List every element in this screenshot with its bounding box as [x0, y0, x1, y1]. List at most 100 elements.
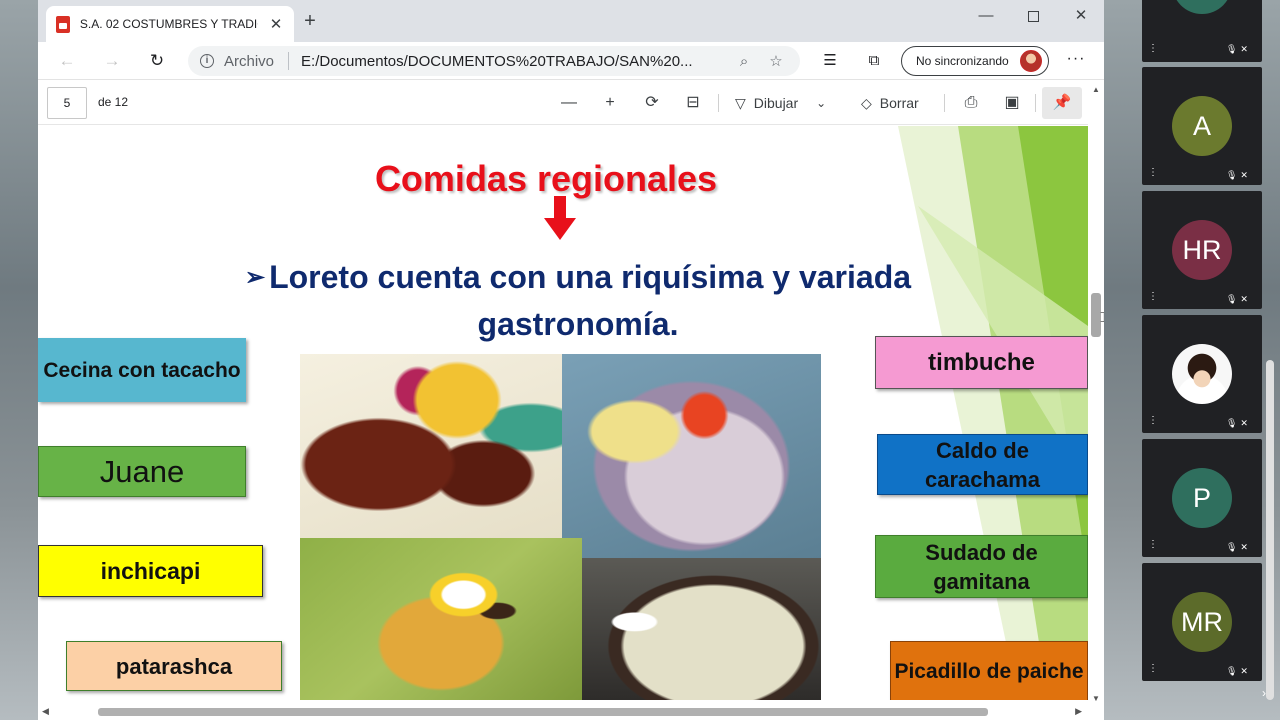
page-number-input[interactable]: 5 — [47, 87, 87, 119]
pdf-page-slide: Comidas regionales ➢ Loreto cuenta con un… — [38, 126, 1088, 700]
favorites-icon[interactable]: ☰ — [819, 50, 841, 72]
title-bar: S.A. 02 COSTUMBRES Y TRADICI ✕ + — ✕ — [38, 0, 1104, 42]
scroll-down-icon[interactable]: ▼ — [1092, 694, 1100, 703]
more-vert-icon[interactable]: ⋮ — [1148, 292, 1158, 302]
collections-icon[interactable]: ⧉ — [863, 50, 885, 72]
more-vert-icon[interactable]: ⋮ — [1148, 664, 1158, 674]
maximize-button[interactable] — [1010, 4, 1056, 28]
erase-label: Borrar — [879, 95, 919, 111]
save-icon[interactable]: ▣ — [1001, 92, 1023, 114]
print-icon[interactable]: ⎙ — [960, 92, 982, 114]
down-arrow-icon — [544, 196, 576, 240]
participant-tile[interactable]: ⋮ 🎙✕ — [1142, 315, 1262, 433]
omnibox-divider — [288, 52, 290, 70]
omnibox[interactable]: i Archivo E:/Documentos/DOCUMENTOS%20TRA… — [188, 46, 800, 76]
eraser-icon: ◇ — [861, 94, 872, 111]
dish-label-cecina: Cecina con tacacho — [38, 338, 246, 402]
participant-tile[interactable]: A ⋮ 🎙✕ — [1142, 67, 1262, 185]
bullet-arrow-icon: ➢ — [244, 264, 266, 291]
more-vert-icon[interactable]: ⋮ — [1148, 416, 1158, 426]
close-window-button[interactable]: ✕ — [1058, 4, 1104, 28]
mic-cam-off-icon: 🎙✕ — [1226, 44, 1251, 54]
toolbar-divider — [1035, 94, 1036, 112]
profile-label: No sincronizando — [916, 54, 1009, 68]
scheme-label: Archivo — [224, 52, 275, 70]
participant-photo-avatar — [1172, 344, 1232, 404]
scroll-up-icon[interactable]: ▲ — [1092, 85, 1100, 94]
participant-tile[interactable]: P ⋮ 🎙✕ — [1142, 439, 1262, 557]
pdf-toolbar: 5 de 12 — + ⟳ ⊟ ▽ Dibujar ⌄ ◇ Borrar ⎙ ▣… — [38, 81, 1088, 125]
browser-window: S.A. 02 COSTUMBRES Y TRADICI ✕ + — ✕ ← →… — [38, 0, 1104, 720]
vertical-scrollbar[interactable]: ▲ ▼ — [1088, 81, 1104, 707]
tab-title: S.A. 02 COSTUMBRES Y TRADICI — [79, 17, 259, 31]
dish-label-patarashca: patarashca — [66, 641, 282, 691]
mic-cam-off-icon: 🎙✕ — [1226, 666, 1251, 676]
dish-label-sudado: Sudado de gamitana — [875, 535, 1088, 598]
slide-green-decoration — [898, 126, 1088, 700]
participants-scrollbar[interactable] — [1266, 360, 1274, 700]
participant-avatar: P — [1172, 468, 1232, 528]
zoom-in-icon[interactable]: + — [599, 92, 621, 114]
chevron-down-icon[interactable]: ⌄ — [816, 96, 826, 110]
photo-cecina-con-tacacho — [300, 354, 562, 538]
fit-page-icon[interactable]: ⊟ — [682, 92, 704, 114]
participant-avatar — [1172, 0, 1232, 14]
draw-label: Dibujar — [753, 95, 799, 111]
participant-avatar: MR — [1172, 592, 1232, 652]
url-text[interactable]: E:/Documentos/DOCUMENTOS%20TRABAJO/SAN%2… — [301, 53, 721, 70]
draw-pen-icon: ▽ — [735, 94, 746, 111]
participant-tile[interactable]: ⋮ 🎙✕ — [1142, 0, 1262, 62]
slide-subtitle: ➢ Loreto cuenta con una riquísima y varia… — [158, 254, 998, 347]
pdf-viewport[interactable]: Comidas regionales ➢ Loreto cuenta con un… — [38, 126, 1088, 700]
mic-cam-off-icon: 🎙✕ — [1226, 294, 1251, 304]
subtitle-line-2: gastronomía. — [477, 306, 679, 342]
dish-label-juane: Juane — [38, 446, 246, 497]
profile-avatar — [1020, 50, 1042, 72]
participants-panel: ⋮ 🎙✕ A ⋮ 🎙✕ HR ⋮ 🎙✕ ⋮ 🎙✕ P ⋮ 🎙✕ MR ⋮ 🎙✕ — [1142, 0, 1262, 720]
rotate-icon[interactable]: ⟳ — [641, 92, 663, 114]
address-bar: ← → ↻ i Archivo E:/Documentos/DOCUMENTOS… — [38, 42, 1104, 80]
dish-label-timbuche: timbuche — [875, 336, 1088, 389]
zoom-icon[interactable]: ⌕ — [735, 53, 753, 70]
subtitle-line-1: Loreto cuenta con una riquísima y variad… — [269, 259, 912, 295]
participant-avatar: A — [1172, 96, 1232, 156]
photo-caldo — [582, 558, 821, 700]
participant-tile[interactable]: HR ⋮ 🎙✕ — [1142, 191, 1262, 309]
tab-active[interactable]: S.A. 02 COSTUMBRES Y TRADICI ✕ — [46, 6, 294, 42]
favorite-star-icon[interactable]: ☆ — [767, 52, 785, 70]
pin-toolbar-icon[interactable]: 📌 — [1042, 87, 1082, 119]
info-icon[interactable]: i — [200, 54, 214, 68]
toolbar-divider — [718, 94, 719, 112]
participant-avatar: HR — [1172, 220, 1232, 280]
slide-title: Comidas regionales — [374, 158, 718, 199]
scroll-right-icon[interactable]: ▶ — [1075, 706, 1082, 717]
mic-cam-off-icon: 🎙✕ — [1226, 542, 1251, 552]
tab-close-icon[interactable]: ✕ — [268, 15, 284, 33]
photo-ceviche — [562, 354, 821, 558]
page-total: de 12 — [98, 95, 129, 109]
forward-arrow-icon[interactable]: → — [100, 49, 124, 73]
minimize-button[interactable]: — — [963, 4, 1009, 28]
more-vert-icon[interactable]: ⋮ — [1148, 168, 1158, 178]
back-arrow-icon[interactable]: ← — [55, 49, 79, 73]
more-vert-icon[interactable]: ⋮ — [1148, 540, 1158, 550]
dish-label-caldo: Caldo de carachama — [877, 434, 1088, 495]
more-options-icon[interactable]: ··· — [1064, 50, 1088, 68]
pdf-file-icon — [56, 15, 70, 33]
more-vert-icon[interactable]: ⋮ — [1148, 44, 1158, 54]
horizontal-scrollbar[interactable]: ◀ ▶ — [38, 704, 1088, 720]
participant-tile[interactable]: MR ⋮ 🎙✕ — [1142, 563, 1262, 681]
erase-button[interactable]: ◇ Borrar — [861, 92, 919, 114]
profile-button[interactable]: No sincronizando — [901, 46, 1049, 76]
draw-button[interactable]: ▽ Dibujar ⌄ — [735, 92, 826, 114]
scroll-left-icon[interactable]: ◀ — [42, 706, 49, 717]
dish-label-picadillo: Picadillo de paiche — [890, 641, 1088, 700]
horizontal-scroll-thumb[interactable] — [98, 708, 988, 716]
zoom-out-icon[interactable]: — — [558, 92, 580, 114]
participants-next-icon[interactable]: › — [1262, 686, 1266, 700]
photo-juane — [300, 538, 582, 700]
new-tab-button[interactable]: + — [300, 11, 320, 31]
maximize-icon — [1027, 10, 1039, 22]
dish-label-inchicapi: inchicapi — [38, 545, 263, 597]
reload-icon[interactable]: ↻ — [145, 49, 169, 73]
